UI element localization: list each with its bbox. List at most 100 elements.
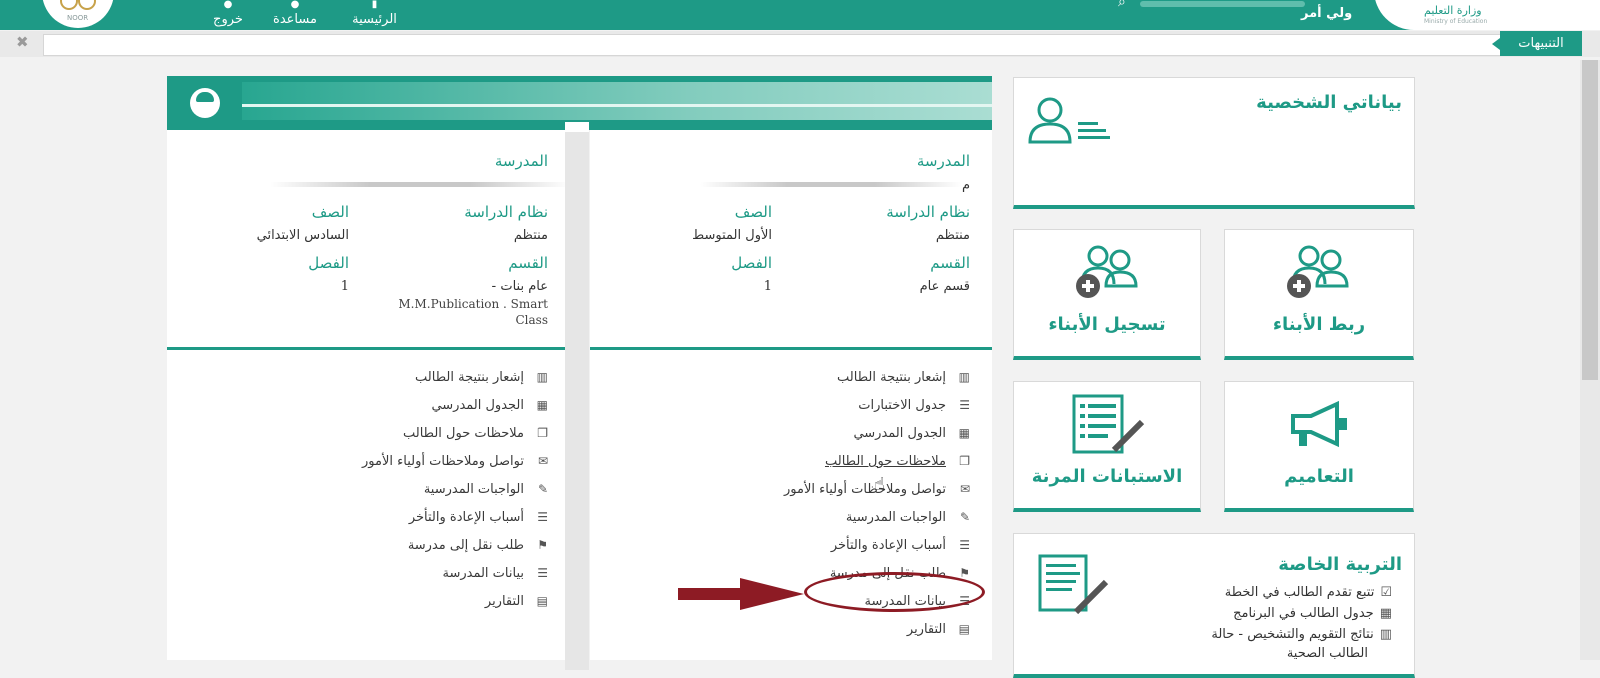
circulars-label: التعاميم: [1284, 466, 1354, 487]
menu-result-notice[interactable]: ▥ إشعار بنتيجة الطالب: [837, 370, 970, 394]
annotation-circle: [804, 572, 985, 612]
ministry-name-en: Ministry of Education: [1424, 18, 1488, 25]
menu-transfer-request[interactable]: ⚑ طلب نقل إلى مدرسة: [408, 538, 548, 562]
header-stripe: [242, 104, 992, 107]
cards-divider: [565, 122, 589, 670]
list-icon: ☰: [959, 538, 970, 552]
profile-tile[interactable]: بياناتي الشخصية: [1013, 77, 1415, 209]
nav-help[interactable]: ● مساعدة: [270, 0, 320, 27]
study-system-value: منتظم: [935, 228, 970, 243]
section-value: عام بنات -: [491, 279, 548, 294]
menu-school-schedule[interactable]: ▦ الجدول المدرسي: [431, 398, 548, 422]
special-assessment-results[interactable]: ▥ نتائج التقويم والتشخيص - حالة: [1211, 627, 1392, 642]
class-label: الفصل: [308, 254, 349, 272]
ministry-logo[interactable]: وزارة التعليم Ministry of Education: [1374, 0, 1600, 30]
section-label: القسم: [930, 254, 970, 272]
nav-home[interactable]: ▮ الرئيسية: [347, 0, 402, 27]
class-label: الفصل: [731, 254, 772, 272]
section-value: قسم عام: [919, 279, 970, 294]
school-label: المدرسة: [916, 152, 970, 170]
envelope-icon: ✉: [537, 454, 548, 468]
menu-label: طلب نقل إلى مدرسة: [407, 538, 524, 553]
nav-logout-label: خروج: [213, 12, 243, 27]
calendar-check-icon: ☑: [1380, 585, 1392, 600]
bar-chart-icon: ▥: [958, 370, 970, 384]
alerts-label[interactable]: التنبيهات: [1492, 31, 1582, 56]
logo-ring-icon: [78, 0, 96, 10]
link-children-label: ربط الأبناء: [1272, 314, 1366, 335]
megaphone-icon: [1291, 400, 1347, 448]
nav-help-label: مساعدة: [273, 12, 317, 27]
profile-title: بياناتي الشخصية: [1256, 92, 1402, 113]
edit-icon: ✎: [959, 510, 970, 524]
menu-parent-communication[interactable]: ✉ تواصل وملاحظات أولياء الأمور: [362, 454, 548, 478]
link-users-icon: [1287, 245, 1349, 298]
special-item-label: تتبع تقدم الطالب في الخطة: [1224, 585, 1375, 600]
menu-reports[interactable]: ▤ التقارير: [485, 594, 548, 618]
list-icon: ☰: [537, 566, 548, 580]
menu-label: ملاحظات حول الطالب: [402, 426, 524, 441]
menu-label: بيانات المدرسة: [442, 566, 524, 581]
menu-school-schedule[interactable]: ▦ الجدول المدرسي: [853, 426, 970, 450]
child-avatar-icon: [190, 88, 220, 118]
flag-icon: ⚑: [537, 538, 548, 552]
annotation-arrow-icon: [678, 578, 804, 610]
link-children-tile[interactable]: ربط الأبناء: [1224, 229, 1414, 360]
document-edit-icon: [1038, 554, 1109, 615]
menu-retention-reasons[interactable]: ☰ أسباب الإعادة والتأخر: [831, 538, 970, 562]
menu-exam-schedule[interactable]: ☰ جدول الاختبارات: [858, 398, 970, 422]
envelope-icon: ✉: [959, 482, 970, 496]
school-label: المدرسة: [494, 152, 548, 170]
list-icon: ☰: [537, 510, 548, 524]
list-icon: ☰: [959, 398, 970, 412]
menu-label: تواصل وملاحظات أولياء الأمور: [362, 454, 524, 469]
class-value: 1: [340, 279, 349, 294]
flexible-surveys-tile[interactable]: الاستبانات المرنة: [1013, 381, 1201, 512]
menu-student-notes[interactable]: ❐ ملاحظات حول الطالب: [825, 454, 970, 478]
user-role: ولي أمر: [1301, 6, 1353, 21]
ministry-name: وزارة التعليم: [1424, 4, 1482, 17]
scrollbar-thumb[interactable]: [1582, 60, 1598, 380]
file-icon: ▤: [536, 594, 548, 608]
menu-result-notice[interactable]: ▥ إشعار بنتيجة الطالب: [415, 370, 548, 394]
help-icon: ●: [290, 0, 300, 10]
menu-retention-reasons[interactable]: ☰ أسباب الإعادة والتأخر: [409, 510, 548, 534]
logo-text: NOOR: [67, 14, 89, 22]
special-track-progress[interactable]: ☑ تتبع تقدم الطالب في الخطة: [1225, 585, 1392, 600]
menu-label: إشعار بنتيجة الطالب: [837, 370, 946, 385]
circulars-tile[interactable]: التعاميم: [1224, 381, 1414, 512]
file-icon: ▤: [958, 622, 970, 636]
nav-logout[interactable]: ● خروج: [208, 0, 248, 27]
close-icon[interactable]: ✖: [16, 33, 29, 51]
special-health-status[interactable]: الطالب الصحية: [1287, 646, 1368, 661]
menu-label: ملاحظات حول الطالب: [824, 454, 946, 469]
menu-label: الواجبات المدرسية: [845, 510, 946, 525]
menu-school-data[interactable]: ☰ بيانات المدرسة: [442, 566, 548, 590]
menu-label: التقارير: [484, 594, 524, 609]
special-education-title: التربية الخاصة: [1278, 554, 1402, 575]
section-extra: M.M.Publication . Smart Class: [398, 297, 548, 327]
grade-value: الأول المتوسط: [692, 228, 772, 243]
search-icon[interactable]: ⌕: [1118, 0, 1126, 10]
menu-student-notes[interactable]: ❐ ملاحظات حول الطالب: [403, 426, 548, 450]
special-item-label: نتائج التقويم والتشخيص - حالة: [1211, 627, 1374, 642]
survey-form-icon: [1072, 394, 1145, 454]
logout-icon: ●: [223, 0, 233, 10]
menu-label: جدول الاختبارات: [858, 398, 946, 413]
calendar-icon: ▦: [958, 426, 970, 440]
study-system-label: نظام الدراسة: [886, 203, 970, 221]
menu-homework[interactable]: ✎ الواجبات المدرسية: [846, 510, 970, 534]
special-student-schedule[interactable]: ▦ جدول الطالب في البرنامج: [1233, 606, 1392, 621]
study-system-value: منتظم: [513, 228, 548, 243]
header-decoration: [242, 82, 992, 120]
calendar-icon: ▦: [536, 398, 548, 412]
menu-label: أسباب الإعادة والتأخر: [830, 538, 946, 553]
blurred-username: [1140, 1, 1305, 7]
register-children-tile[interactable]: تسجيل الأبناء: [1013, 229, 1201, 360]
menu-homework[interactable]: ✎ الواجبات المدرسية: [424, 482, 548, 506]
menu-reports[interactable]: ▤ التقارير: [907, 622, 970, 646]
grade-value: السادس الابتدائي: [256, 228, 349, 243]
menu-label: التقارير: [906, 622, 946, 637]
class-value: 1: [763, 279, 772, 294]
study-system-label: نظام الدراسة: [464, 203, 548, 221]
